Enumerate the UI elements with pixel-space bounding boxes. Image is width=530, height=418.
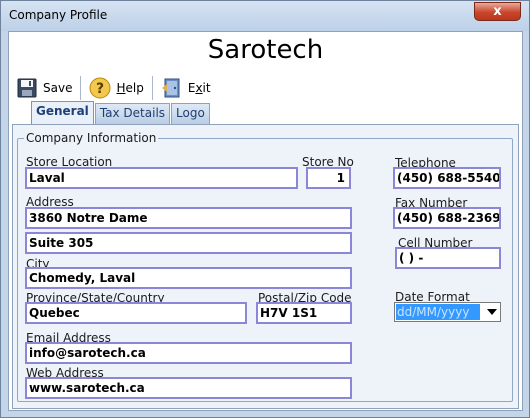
close-button[interactable]: x	[474, 2, 521, 21]
exit-button[interactable]: Exit	[156, 74, 216, 102]
client-area: Sarotech Save ? Help Exit General Tax De…	[8, 31, 523, 411]
telephone-field[interactable]: (450) 688-5540	[393, 167, 501, 189]
toolbar-separator	[151, 76, 153, 100]
web-address-field[interactable]: www.sarotech.ca	[25, 377, 352, 399]
svg-text:?: ?	[96, 81, 104, 97]
address-line1-field[interactable]: 3860 Notre Dame	[25, 207, 352, 229]
help-button[interactable]: ? Help	[84, 74, 148, 102]
toolbar-separator	[80, 76, 82, 100]
help-hotkey: H	[116, 81, 126, 95]
date-format-select[interactable]: dd/MM/yyyy	[394, 302, 501, 322]
group-label: Company Information	[24, 131, 159, 145]
save-button[interactable]: Save	[11, 74, 77, 102]
toolbar: Save ? Help Exit	[11, 72, 216, 104]
floppy-disk-icon	[16, 77, 38, 99]
city-field[interactable]: Chomedy, Laval	[25, 267, 352, 289]
email-field[interactable]: info@sarotech.ca	[25, 342, 352, 364]
help-label-rest: elp	[125, 81, 144, 95]
postal-code-field[interactable]: H7V 1S1	[256, 302, 352, 324]
date-format-value: dd/MM/yyyy	[396, 304, 480, 320]
tab-page-general: Company Information Store Location Laval…	[12, 124, 519, 409]
exit-door-icon	[161, 77, 183, 99]
company-name-heading: Sarotech	[207, 35, 324, 65]
fax-field[interactable]: (450) 688-2369	[393, 207, 501, 229]
store-no-field[interactable]: 1	[306, 167, 351, 189]
question-mark-icon: ?	[89, 77, 111, 99]
help-label: Help	[116, 81, 143, 95]
tab-logo[interactable]: Logo	[171, 103, 210, 124]
company-information-group: Company Information Store Location Laval…	[17, 131, 513, 402]
app-window: Company Profile x Sarotech Save ? Help E…	[0, 0, 530, 418]
title-bar[interactable]: Company Profile x	[1, 1, 529, 31]
window-title: Company Profile	[9, 8, 108, 22]
tab-tax-details[interactable]: Tax Details	[94, 103, 171, 124]
save-label: Save	[43, 81, 73, 95]
address-line2-field[interactable]: Suite 305	[25, 232, 352, 254]
province-field[interactable]: Quebec	[25, 302, 247, 324]
exit-hotkey: x	[195, 81, 203, 95]
tab-strip: General Tax Details Logo	[31, 101, 211, 124]
exit-label: Exit	[188, 81, 211, 95]
exit-label-rest: it	[202, 81, 211, 95]
store-location-field[interactable]: Laval	[25, 167, 298, 189]
chevron-down-icon[interactable]	[487, 309, 497, 315]
cell-number-field[interactable]: ( ) -	[395, 247, 501, 269]
tab-general[interactable]: General	[31, 101, 94, 124]
close-icon: x	[493, 4, 502, 19]
